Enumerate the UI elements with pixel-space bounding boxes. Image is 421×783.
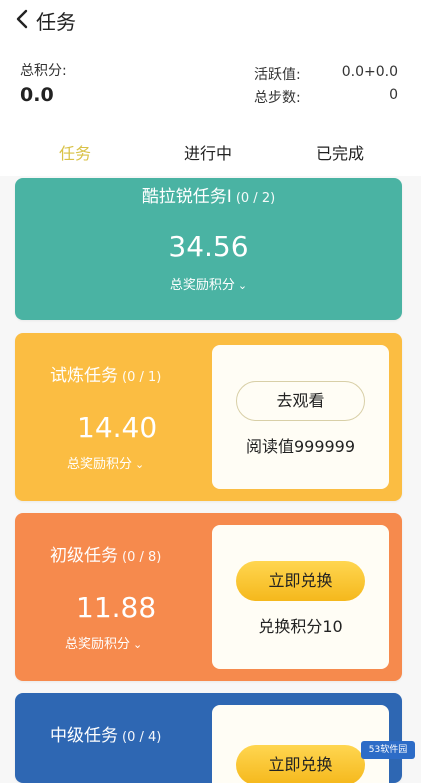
task-name: 试炼任务 (0 / 1) [50, 361, 161, 386]
task-title: 酷拉锐任务I [141, 187, 232, 207]
activity-value: 0.0+0.0 [341, 64, 398, 80]
task-count: (0 / 4) [122, 730, 162, 745]
task-action-panel: 立即兑换 兑换积分10 [212, 525, 389, 669]
top-bar: 任务 [0, 0, 421, 40]
task-title: 初级任务 [50, 546, 118, 566]
task-reward-label: 总奖励积分 [67, 457, 133, 472]
chevron-down-icon: ⌄ [133, 638, 143, 651]
steps-value: 0 [389, 87, 398, 103]
page-title: 任务 [36, 10, 76, 34]
task-title: 试炼任务 [50, 366, 118, 386]
task-count: (0 / 8) [122, 550, 162, 565]
task-count: (0 / 2) [235, 191, 276, 206]
tab-in-progress[interactable]: 进行中 [184, 140, 232, 164]
exchange-button[interactable]: 立即兑换 [236, 745, 365, 783]
task-card-2[interactable]: 试炼任务 (0 / 1) 14.40 总奖励积分 ⌄ 去观看 阅读值999999 [15, 333, 402, 501]
task-action-panel: 去观看 阅读值999999 [212, 345, 389, 489]
task-reward-label: 总奖励积分 [65, 637, 131, 652]
task-title: 中级任务 [50, 726, 118, 746]
watch-button[interactable]: 去观看 [236, 381, 365, 421]
back-arrow-icon[interactable] [12, 8, 34, 30]
task-card-3[interactable]: 初级任务 (0 / 8) 11.88 总奖励积分 ⌄ 立即兑换 兑换积分10 [15, 513, 402, 681]
task-name: 中级任务 (0 / 4) [50, 721, 161, 746]
total-points-value: 0.0 [20, 84, 54, 106]
task-reward-label: 总奖励积分 [169, 278, 235, 293]
total-points-label: 总积分: [20, 63, 67, 79]
task-score: 11.88 [76, 591, 157, 624]
task-score: 34.56 [168, 230, 249, 263]
exchange-button[interactable]: 立即兑换 [236, 561, 365, 601]
activity-label: 活跃值: [254, 67, 301, 83]
task-name: 酷拉锐任务I (0 / 2) [15, 182, 402, 207]
task-reward-toggle[interactable]: 总奖励积分 ⌄ [65, 633, 142, 652]
watermark-logo: 53软件园 [361, 741, 415, 759]
chevron-down-icon: ⌄ [237, 279, 248, 292]
task-info: 兑换积分10 [258, 617, 343, 636]
task-score: 14.40 [77, 411, 158, 444]
task-card-1[interactable]: 酷拉锐任务I (0 / 2) 34.56 总奖励积分 ⌄ [15, 178, 402, 320]
tab-bar: 任务 进行中 已完成 [0, 126, 421, 176]
task-reward-toggle[interactable]: 总奖励积分 ⌄ [15, 274, 402, 293]
tab-completed[interactable]: 已完成 [316, 140, 364, 164]
task-card-4[interactable]: 中级任务 (0 / 4) 立即兑换 [15, 693, 402, 783]
task-name: 初级任务 (0 / 8) [50, 541, 161, 566]
steps-label: 总步数: [254, 90, 301, 106]
stats-panel: 总积分: 0.0 活跃值: 0.0+0.0 总步数: 0 [0, 40, 421, 126]
task-count: (0 / 1) [122, 370, 162, 385]
task-reward-toggle[interactable]: 总奖励积分 ⌄ [67, 453, 144, 472]
chevron-down-icon: ⌄ [135, 458, 145, 471]
task-info: 阅读值999999 [245, 437, 356, 456]
tab-tasks[interactable]: 任务 [59, 140, 91, 164]
